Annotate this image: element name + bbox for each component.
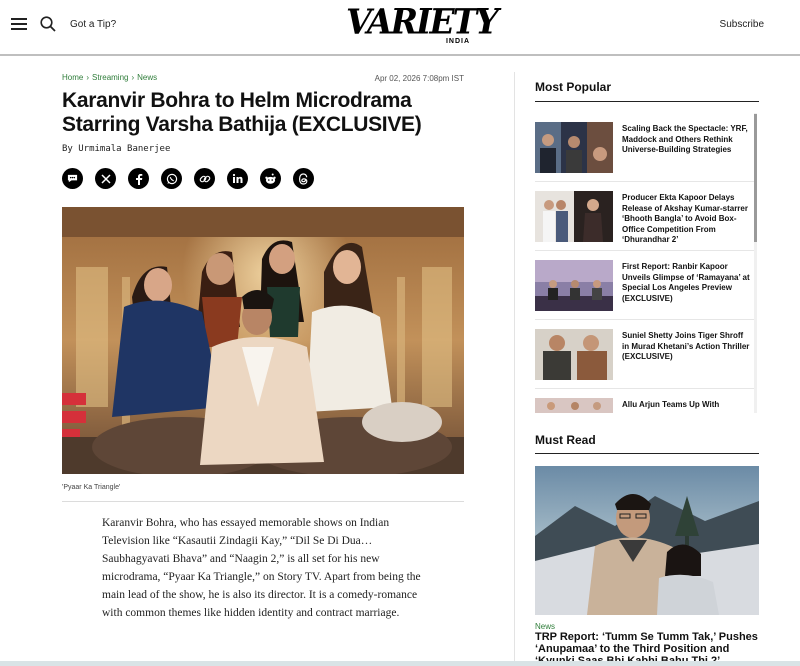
column-divider	[514, 72, 515, 666]
popular-title[interactable]: Producer Ekta Kapoor Delays Release of A…	[622, 193, 750, 246]
article-thumbnail	[535, 398, 613, 413]
popular-title[interactable]: Allu Arjun Teams Up With	[622, 400, 750, 411]
search-icon[interactable]	[40, 16, 56, 32]
logo-wordmark: VARIETY	[346, 1, 499, 42]
hero-illustration	[62, 207, 464, 474]
breadcrumb-separator: ›	[131, 73, 135, 82]
article-thumbnail	[535, 122, 613, 173]
facebook-icon[interactable]	[128, 168, 149, 189]
menu-icon[interactable]	[11, 18, 27, 30]
list-item[interactable]: Suniel Shetty Joins Tiger Shroff in Mura…	[535, 320, 755, 389]
must-read-category[interactable]: News	[535, 622, 555, 631]
hero-image	[62, 207, 464, 474]
x-icon[interactable]	[95, 168, 116, 189]
popular-title[interactable]: Scaling Back the Spectacle: YRF, Maddock…	[622, 124, 750, 156]
link-icon[interactable]	[194, 168, 215, 189]
list-item[interactable]: Allu Arjun Teams Up With	[535, 389, 755, 413]
reddit-icon[interactable]	[260, 168, 281, 189]
share-bar	[62, 168, 314, 189]
list-item[interactable]: First Report: Ranbir Kapoor Unveils Glim…	[535, 251, 755, 320]
subscribe-link[interactable]: Subscribe	[720, 19, 764, 30]
article-thumbnail	[535, 329, 613, 380]
popular-scrollbar-thumb[interactable]	[754, 114, 757, 242]
article-thumbnail	[535, 191, 613, 242]
caption-divider	[62, 501, 464, 502]
breadcrumb-news[interactable]: News	[137, 73, 157, 82]
logo-subtext: INDIA	[445, 38, 470, 45]
article-body: Karanvir Bohra, who has essayed memorabl…	[102, 517, 421, 619]
popular-title[interactable]: First Report: Ranbir Kapoor Unveils Glim…	[622, 262, 750, 304]
breadcrumb: Home › Streaming › News	[62, 73, 157, 82]
site-header: Got a Tip? VARIETY INDIA Subscribe	[0, 0, 800, 56]
comment-icon[interactable]	[62, 168, 83, 189]
list-item[interactable]: Scaling Back the Spectacle: YRF, Maddock…	[535, 113, 755, 182]
variety-india-logo[interactable]: VARIETY INDIA	[346, 1, 499, 48]
threads-icon[interactable]	[293, 168, 314, 189]
byline: By Urmimala Banerjee	[62, 144, 171, 154]
breadcrumb-streaming[interactable]: Streaming	[92, 73, 128, 82]
most-popular-heading: Most Popular	[535, 80, 612, 94]
linkedin-icon[interactable]	[227, 168, 248, 189]
must-read-heading: Must Read	[535, 433, 596, 447]
article-title: Karanvir Bohra to Helm Microdrama Starri…	[62, 89, 422, 136]
image-caption: 'Pyaar Ka Triangle'	[62, 484, 121, 491]
popular-title[interactable]: Suniel Shetty Joins Tiger Shroff in Mura…	[622, 331, 750, 363]
whatsapp-icon[interactable]	[161, 168, 182, 189]
bottom-bar	[0, 661, 800, 666]
list-item[interactable]: Producer Ekta Kapoor Delays Release of A…	[535, 182, 755, 251]
breadcrumb-home[interactable]: Home	[62, 73, 83, 82]
article-thumbnail	[535, 260, 613, 311]
most-popular-list[interactable]: Scaling Back the Spectacle: YRF, Maddock…	[535, 113, 755, 413]
got-a-tip-link[interactable]: Got a Tip?	[70, 19, 116, 30]
publish-date: Apr 02, 2026 7:08pm IST	[374, 74, 464, 83]
must-read-image[interactable]	[535, 466, 759, 615]
breadcrumb-separator: ›	[86, 73, 90, 82]
must-read-rule	[535, 453, 759, 454]
most-popular-rule	[535, 101, 759, 102]
